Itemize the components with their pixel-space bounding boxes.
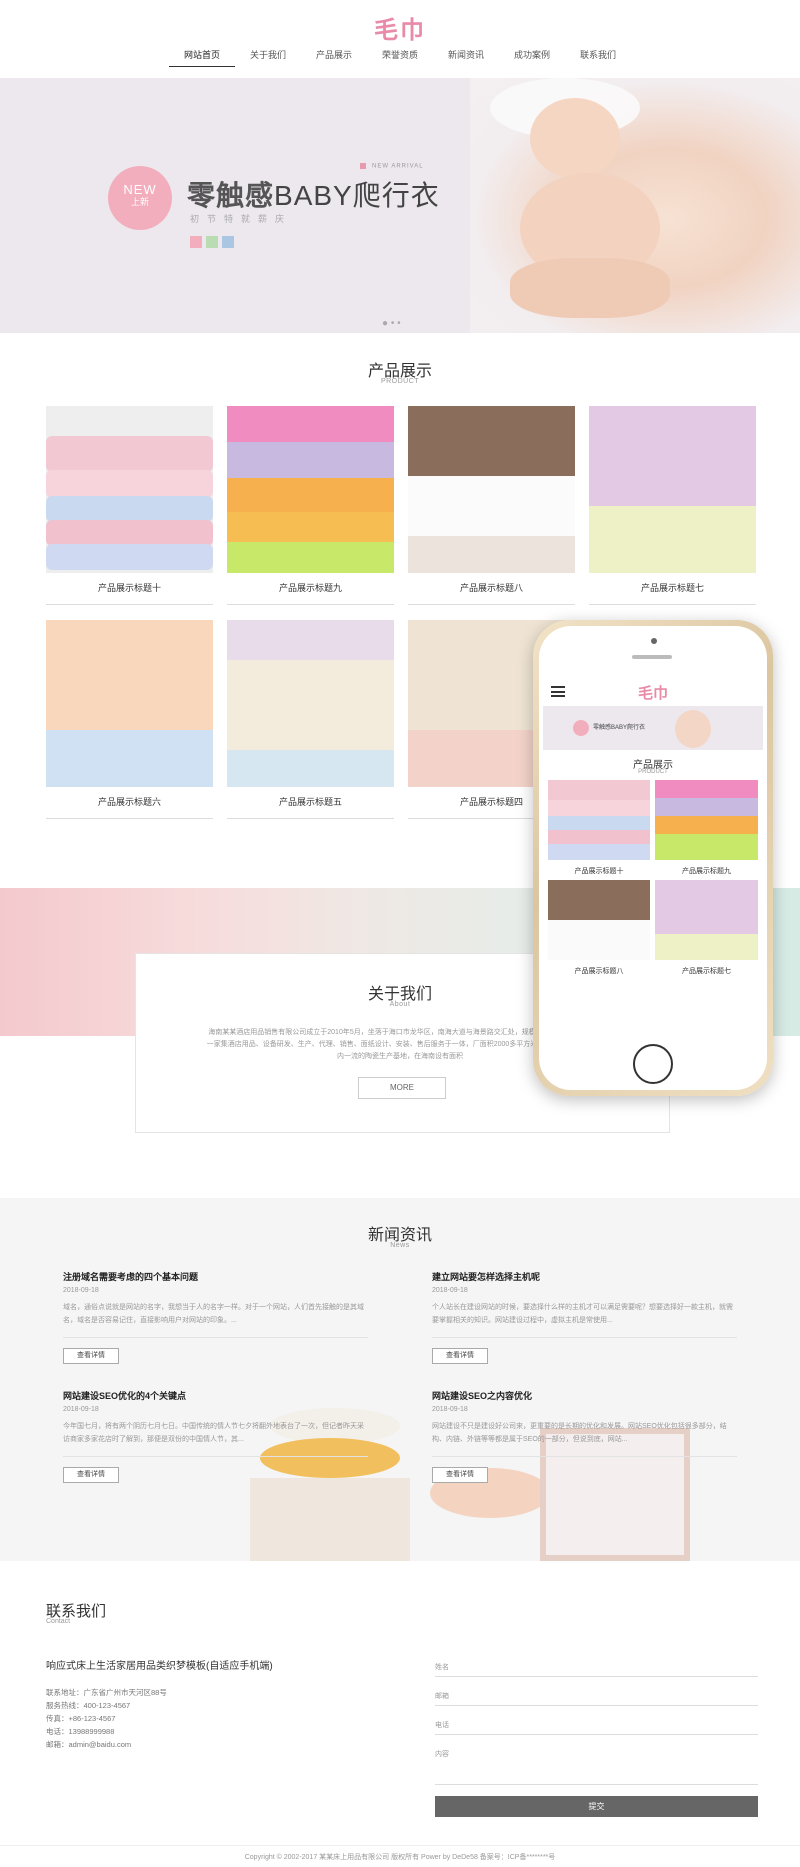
footer-copyright: Copyright © 2002-2017 某某床上用品有限公司 版权所有 Po… bbox=[0, 1845, 800, 1862]
read-more-button[interactable]: 查看详情 bbox=[432, 1467, 488, 1483]
camera-icon bbox=[651, 638, 657, 644]
color-swatch-green bbox=[206, 236, 218, 248]
phone-field[interactable]: 电话 bbox=[435, 1720, 758, 1735]
read-more-button[interactable]: 查看详情 bbox=[63, 1348, 119, 1364]
product-image-cream[interactable] bbox=[227, 620, 394, 787]
phone-product-image[interactable] bbox=[548, 780, 650, 860]
name-field[interactable]: 姓名 bbox=[435, 1662, 758, 1677]
read-more-button[interactable]: 查看详情 bbox=[63, 1467, 119, 1483]
baby-photo bbox=[470, 78, 800, 333]
nav-item-contact[interactable]: 联系我们 bbox=[565, 48, 631, 67]
phone-banner: 零触感BABY爬行衣 bbox=[543, 706, 763, 750]
phone-product-image[interactable] bbox=[655, 780, 758, 860]
news-item: 注册域名需要考虑的四个基本问题 2018-09-18 域名，通俗点说就是网站的名… bbox=[63, 1270, 368, 1364]
news-item: 建立网站要怎样选择主机呢 2018-09-18 个人站长在建设网站的时候，要选择… bbox=[432, 1270, 737, 1364]
submit-button[interactable]: 提交 bbox=[435, 1796, 758, 1817]
news-item: 网站建设SEO优化的4个关键点 2018-09-18 今年国七月，将有两个阴历七… bbox=[63, 1389, 368, 1483]
news-item: 网站建设SEO之内容优化 2018-09-18 网站建设不只是建设好公司来，更重… bbox=[432, 1389, 737, 1483]
product-card[interactable]: 产品展示标题九 bbox=[227, 406, 394, 605]
phone-logo: 毛巾 bbox=[637, 685, 668, 702]
product-card[interactable]: 产品展示标题五 bbox=[227, 620, 394, 819]
banner-subtitle: 初节特就薪庆 bbox=[190, 214, 293, 224]
product-image-lilac[interactable] bbox=[589, 406, 756, 573]
product-card[interactable]: 产品展示标题七 bbox=[589, 406, 756, 605]
new-arrival-tag: NEW ARRIVAL bbox=[360, 163, 424, 170]
contact-info: 联系地址：广东省广州市天河区88号 服务热线：400-123-4567 传真：+… bbox=[46, 1688, 167, 1749]
product-card[interactable]: 产品展示标题六 bbox=[46, 620, 213, 819]
phone-product-image[interactable] bbox=[548, 880, 650, 960]
product-card[interactable]: 产品展示标题八 bbox=[408, 406, 575, 605]
nav-item-home[interactable]: 网站首页 bbox=[169, 48, 235, 67]
nav-item-products[interactable]: 产品展示 bbox=[301, 48, 367, 67]
phone-product-caption: 产品展示标题九 bbox=[682, 868, 731, 875]
news-subtitle: News bbox=[390, 1242, 410, 1249]
phone-product-caption: 产品展示标题七 bbox=[682, 968, 731, 975]
product-image-pink-stack[interactable] bbox=[46, 406, 213, 573]
message-field[interactable]: 内容 bbox=[435, 1749, 758, 1785]
nav-item-cases[interactable]: 成功案例 bbox=[499, 48, 565, 67]
more-button[interactable]: MORE bbox=[358, 1077, 446, 1099]
site-logo[interactable]: 毛巾 bbox=[0, 10, 800, 45]
phone-product-caption: 产品展示标题十 bbox=[574, 868, 624, 875]
news-section bbox=[0, 1198, 800, 1561]
products-subtitle: PRODUCT bbox=[380, 378, 420, 385]
product-card[interactable]: 产品展示标题十 bbox=[46, 406, 213, 605]
product-image-brown-white[interactable] bbox=[408, 406, 575, 573]
phone-product-caption: 产品展示标题八 bbox=[574, 968, 624, 975]
contact-subtitle: Contact bbox=[46, 1618, 71, 1625]
color-swatch-pink bbox=[190, 236, 202, 248]
banner-title: 零触感BABY爬行衣 bbox=[187, 180, 440, 211]
speaker-icon bbox=[632, 655, 672, 659]
carousel-dots[interactable]: ● • • bbox=[382, 318, 401, 329]
company-name: 响应式床上生活家居用品类织梦模板(自适应手机端) bbox=[46, 1661, 273, 1672]
hero-banner[interactable]: NEW 上新 NEW ARRIVAL 零触感BABY爬行衣 初节特就薪庆 ● • … bbox=[0, 78, 800, 333]
product-image-colorful[interactable] bbox=[227, 406, 394, 573]
phone-product-image[interactable] bbox=[655, 880, 758, 960]
phone-section-subtitle: PRODUCT bbox=[638, 769, 668, 775]
read-more-button[interactable]: 查看详情 bbox=[432, 1348, 488, 1364]
nav-item-honors[interactable]: 荣誉资质 bbox=[367, 48, 433, 67]
product-image-peach[interactable] bbox=[46, 620, 213, 787]
color-swatch-blue bbox=[222, 236, 234, 248]
email-field[interactable]: 邮箱 bbox=[435, 1691, 758, 1706]
nav-item-about[interactable]: 关于我们 bbox=[235, 48, 301, 67]
phone-screen: 毛巾 零触感BABY爬行衣 产品展示 PRODUCT 产品展示标题十 产品展示标… bbox=[543, 678, 763, 1041]
nav-item-news[interactable]: 新闻资讯 bbox=[433, 48, 499, 67]
main-nav: 网站首页 关于我们 产品展示 荣誉资质 新闻资讯 成功案例 联系我们 bbox=[0, 48, 800, 67]
new-badge: NEW 上新 bbox=[108, 166, 172, 230]
phone-home-button bbox=[633, 1044, 673, 1084]
